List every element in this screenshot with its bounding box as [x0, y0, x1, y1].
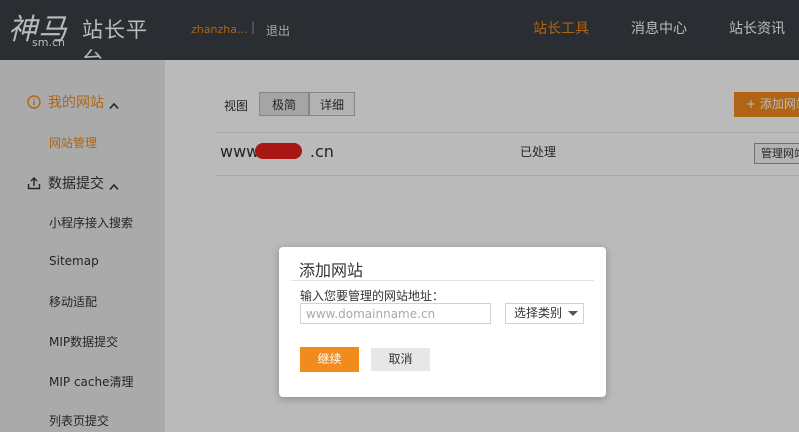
caret-down-icon — [568, 311, 578, 316]
site-address-label: 输入您要管理的网站地址： — [300, 289, 445, 303]
cancel-button[interactable]: 取消 — [371, 348, 430, 371]
site-url-input[interactable] — [300, 303, 491, 324]
dialog-title: 添加网站 — [299, 261, 364, 280]
continue-button[interactable]: 继续 — [300, 347, 359, 372]
add-site-dialog: 添加网站 输入您要管理的网站地址： 选择类别 继续 取消 — [279, 247, 606, 397]
category-select-value: 选择类别 — [514, 306, 563, 320]
category-select[interactable]: 选择类别 — [505, 303, 584, 324]
dialog-divider — [291, 280, 594, 281]
